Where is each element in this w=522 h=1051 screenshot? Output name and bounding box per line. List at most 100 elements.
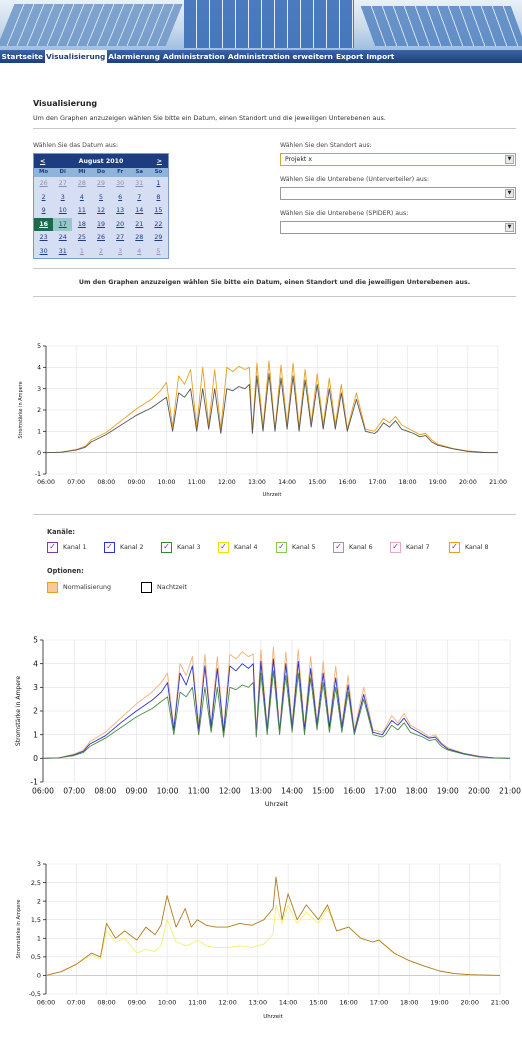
nighttime-checkbox[interactable] [141,582,152,593]
calendar-day[interactable]: 19 [91,218,110,232]
channel-option[interactable]: ✓ Kanal 3 [161,542,200,553]
series-line [45,904,501,976]
nav-item-startseite[interactable]: Startseite [0,50,45,63]
calendar-day[interactable]: 30 [34,245,53,259]
calendar-day[interactable]: 2 [34,191,53,205]
channel-option[interactable]: ✓ Kanal 6 [333,542,372,553]
calendar-day[interactable]: 25 [72,231,91,245]
channel-checkbox[interactable]: ✓ [333,542,344,553]
calendar-day[interactable]: 2 [91,245,110,259]
sublevel2-label: Wählen Sie die Unterebene (SPIDER) aus: [280,210,409,217]
sublevel1-select[interactable]: ▼ [280,187,516,200]
channel-checkbox[interactable]: ✓ [390,542,401,553]
calendar-day[interactable]: 14 [130,204,149,218]
series-line [45,373,499,454]
channel-checkbox[interactable]: ✓ [449,542,460,553]
y-tick-label: 0 [37,450,41,457]
calendar-day[interactable]: 12 [91,204,110,218]
calendar-day[interactable]: 5 [91,191,110,205]
calendar-day[interactable]: 23 [34,231,53,245]
calendar-day[interactable]: 24 [53,231,72,245]
x-tick-label: 09:00 [127,479,145,486]
divider [33,296,516,297]
channel-option[interactable]: ✓ Kanal 5 [276,542,315,553]
normalize-checkbox[interactable] [47,582,58,593]
channel-checkbox[interactable]: ✓ [218,542,229,553]
calendar-day[interactable]: 8 [149,191,168,205]
calendar-day[interactable]: 4 [72,191,91,205]
calendar-day[interactable]: 1 [149,177,168,191]
calendar-day[interactable]: 28 [72,177,91,191]
nav-item-visualisierung[interactable]: Visualisierung [44,50,107,63]
x-tick-label: 17:00 [369,479,387,486]
channel-option[interactable]: ✓ Kanal 4 [218,542,257,553]
nav-item-import[interactable]: Import [365,50,396,63]
nav-item-export[interactable]: Export [334,50,364,63]
calendar-day[interactable]: 31 [130,177,149,191]
calendar-day[interactable]: 26 [91,231,110,245]
x-tick-label: 12:00 [219,787,241,796]
x-tick-label: 13:00 [249,998,267,1006]
calendar-day[interactable]: 3 [111,245,130,259]
weekday-header: Mo Di Mi Do Fr Sa So [34,168,168,177]
date-picker: < August 2010 > Mo Di Mi Do Fr Sa So 26 27 28 29 3… [33,153,169,259]
x-axis-label: Uhrzeit [265,800,289,808]
calendar-day[interactable]: 3 [53,191,72,205]
x-tick-label: 16:00 [339,998,357,1006]
calendar-day[interactable]: 20 [111,218,130,232]
calendar-day[interactable]: 10 [53,204,72,218]
calendar-day[interactable]: 15 [149,204,168,218]
x-tick-label: 06:00 [37,998,55,1006]
main-navigation: Startseite Visualisierung Alarmierung Ad… [0,50,522,63]
calendar-day[interactable]: 21 [130,218,149,232]
next-month-button[interactable]: > [157,158,162,165]
channel-checkbox[interactable]: ✓ [161,542,172,553]
x-tick-label: 10:00 [157,787,179,796]
channel-checkbox[interactable]: ✓ [47,542,58,553]
channel-checkbox[interactable]: ✓ [276,542,287,553]
calendar-day[interactable]: 11 [72,204,91,218]
x-tick-label: 16:00 [343,787,365,796]
calendar-day[interactable]: 27 [111,231,130,245]
normalize-option[interactable]: Normalisierung [47,582,111,593]
calendar-day[interactable]: 29 [149,231,168,245]
x-tick-label: 09:00 [128,998,146,1006]
calendar-day[interactable]: 18 [72,218,91,232]
chart-3: -0,5 0 0,5 1 1,5 2 2,5 3 06:00 07:00 08:00 09:00 10:… [16,860,509,1020]
calendar-day[interactable]: 17 [53,217,73,231]
x-tick-label: 15:00 [308,479,326,486]
calendar-day[interactable]: 4 [130,245,149,259]
nav-item-administration-erweitern[interactable]: Administration erweitern [226,50,334,63]
chevron-down-icon: ▼ [505,223,514,232]
calendar-day[interactable]: 28 [130,231,149,245]
x-tick-label: 13:00 [248,479,266,486]
calendar-day[interactable]: 22 [149,218,168,232]
prev-month-button[interactable]: < [40,158,45,165]
calendar-day[interactable]: 26 [34,177,53,191]
calendar-day[interactable]: 31 [53,245,72,259]
calendar-day[interactable]: 9 [34,204,53,218]
calendar-day[interactable]: 5 [149,245,168,259]
calendar-day[interactable]: 29 [91,177,110,191]
channel-option[interactable]: ✓ Kanal 8 [449,542,488,553]
channel-option[interactable]: ✓ Kanal 1 [47,542,86,553]
calendar-day[interactable]: 16 [34,217,54,231]
sublevel2-select[interactable]: ▼ [280,221,516,234]
calendar-day[interactable]: 6 [111,191,130,205]
calendar-day[interactable]: 13 [111,204,130,218]
nav-item-alarmierung[interactable]: Alarmierung [107,50,162,63]
calendar-header: < August 2010 > [34,154,168,168]
x-tick-label: 20:00 [459,479,477,486]
calendar-day[interactable]: 30 [111,177,130,191]
channel-option[interactable]: ✓ Kanal 7 [390,542,429,553]
channel-option[interactable]: ✓ Kanal 2 [104,542,143,553]
nighttime-option[interactable]: Nachtzeit [141,582,187,593]
calendar-day[interactable]: 1 [72,245,91,259]
location-select[interactable]: Projekt x ▼ [280,153,516,166]
channel-checkbox[interactable]: ✓ [104,542,115,553]
x-tick-label: 06:00 [32,787,54,796]
x-tick-label: 21:00 [491,998,509,1006]
calendar-day[interactable]: 27 [53,177,72,191]
nav-item-administration[interactable]: Administration [161,50,226,63]
calendar-day[interactable]: 7 [130,191,149,205]
